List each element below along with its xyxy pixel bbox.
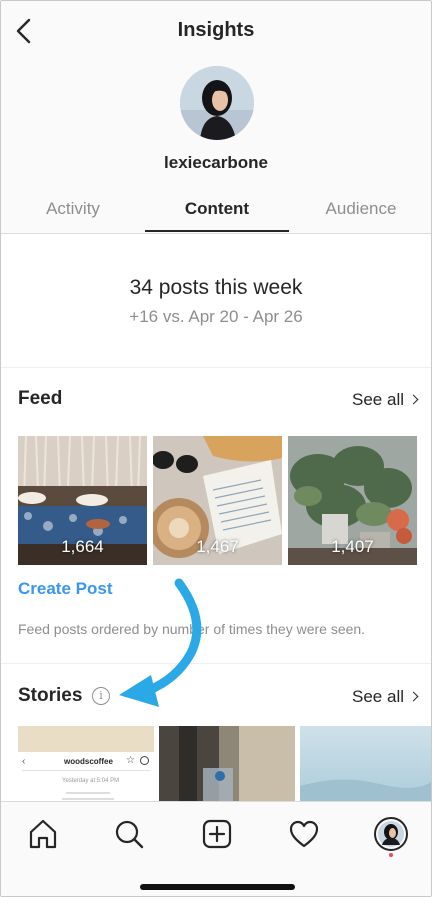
username: lexiecarbone: [164, 153, 268, 172]
story-divider: [22, 770, 150, 771]
story-image: [159, 726, 295, 806]
new-post-icon: [202, 819, 232, 849]
info-icon: [140, 756, 149, 765]
story-thumbnail[interactable]: [159, 726, 295, 806]
story-thumbnail[interactable]: [300, 726, 431, 806]
tab-audience[interactable]: Audience: [289, 191, 431, 234]
profile-tab[interactable]: [373, 816, 409, 852]
see-all-label: See all: [352, 390, 404, 409]
stories-section-title: Stories: [18, 685, 83, 706]
posts-comparison: +16 vs. Apr 20 - Apr 26: [129, 307, 303, 326]
app-screen: Insights lexiecarbone Activity Content A…: [0, 0, 432, 897]
feed-section-title: Feed: [18, 388, 63, 409]
stories-see-all-button[interactable]: See all: [352, 687, 419, 707]
story-account: woodscoffee: [64, 757, 113, 766]
info-icon[interactable]: i: [92, 687, 110, 705]
heart-icon: [289, 820, 319, 848]
bottom-tab-bar: [1, 801, 431, 896]
post-impressions-count: 1,467: [196, 537, 239, 556]
post-impressions-count: 1,664: [61, 537, 104, 556]
posts-this-week: 34 posts this week: [129, 276, 303, 299]
feed-post-thumbnail[interactable]: 1,407: [288, 436, 417, 565]
active-tab-indicator: [145, 230, 289, 232]
chevron-left-icon: ‹: [22, 756, 26, 767]
home-icon: [29, 819, 57, 849]
star-icon: ☆: [126, 755, 135, 766]
new-post-tab[interactable]: [199, 816, 235, 852]
tab-activity[interactable]: Activity: [1, 191, 145, 234]
story-text-line: [62, 798, 114, 800]
search-tab[interactable]: [111, 816, 147, 852]
page-title: Insights: [177, 19, 255, 41]
story-text-line: [66, 792, 110, 794]
story-timestamp: Yesterday at 5:04 PM: [62, 778, 120, 784]
see-all-label: See all: [352, 687, 404, 706]
insights-header: Insights lexiecarbone: [1, 1, 431, 191]
story-image: [300, 726, 431, 806]
feed-see-all-button[interactable]: See all: [352, 390, 419, 410]
feed-order-note: Feed posts ordered by number of times th…: [18, 621, 366, 637]
profile-avatar: [180, 66, 254, 140]
home-indicator: [140, 884, 295, 890]
create-post-link[interactable]: Create Post: [18, 579, 112, 599]
story-thumbnail[interactable]: ‹ woodscoffee ☆ Yesterday at 5:04 PM: [18, 726, 154, 806]
chevron-right-icon: [408, 691, 419, 702]
profile-avatar: [374, 817, 408, 851]
story-header-band: [18, 726, 154, 752]
chevron-right-icon: [408, 394, 419, 405]
feed-post-thumbnail[interactable]: 1,664: [18, 436, 147, 565]
section-divider: [1, 663, 431, 664]
notification-dot: [389, 853, 393, 857]
weekly-summary: 34 posts this week +16 vs. Apr 20 - Apr …: [1, 234, 431, 368]
feed-post-thumbnail[interactable]: 1,467: [153, 436, 282, 565]
home-tab[interactable]: [25, 816, 61, 852]
post-impressions-count: 1,407: [331, 537, 374, 556]
search-icon: [115, 820, 144, 849]
insights-tabs: Activity Content Audience: [1, 191, 431, 234]
activity-tab[interactable]: [286, 816, 322, 852]
tab-content[interactable]: Content: [145, 191, 289, 234]
